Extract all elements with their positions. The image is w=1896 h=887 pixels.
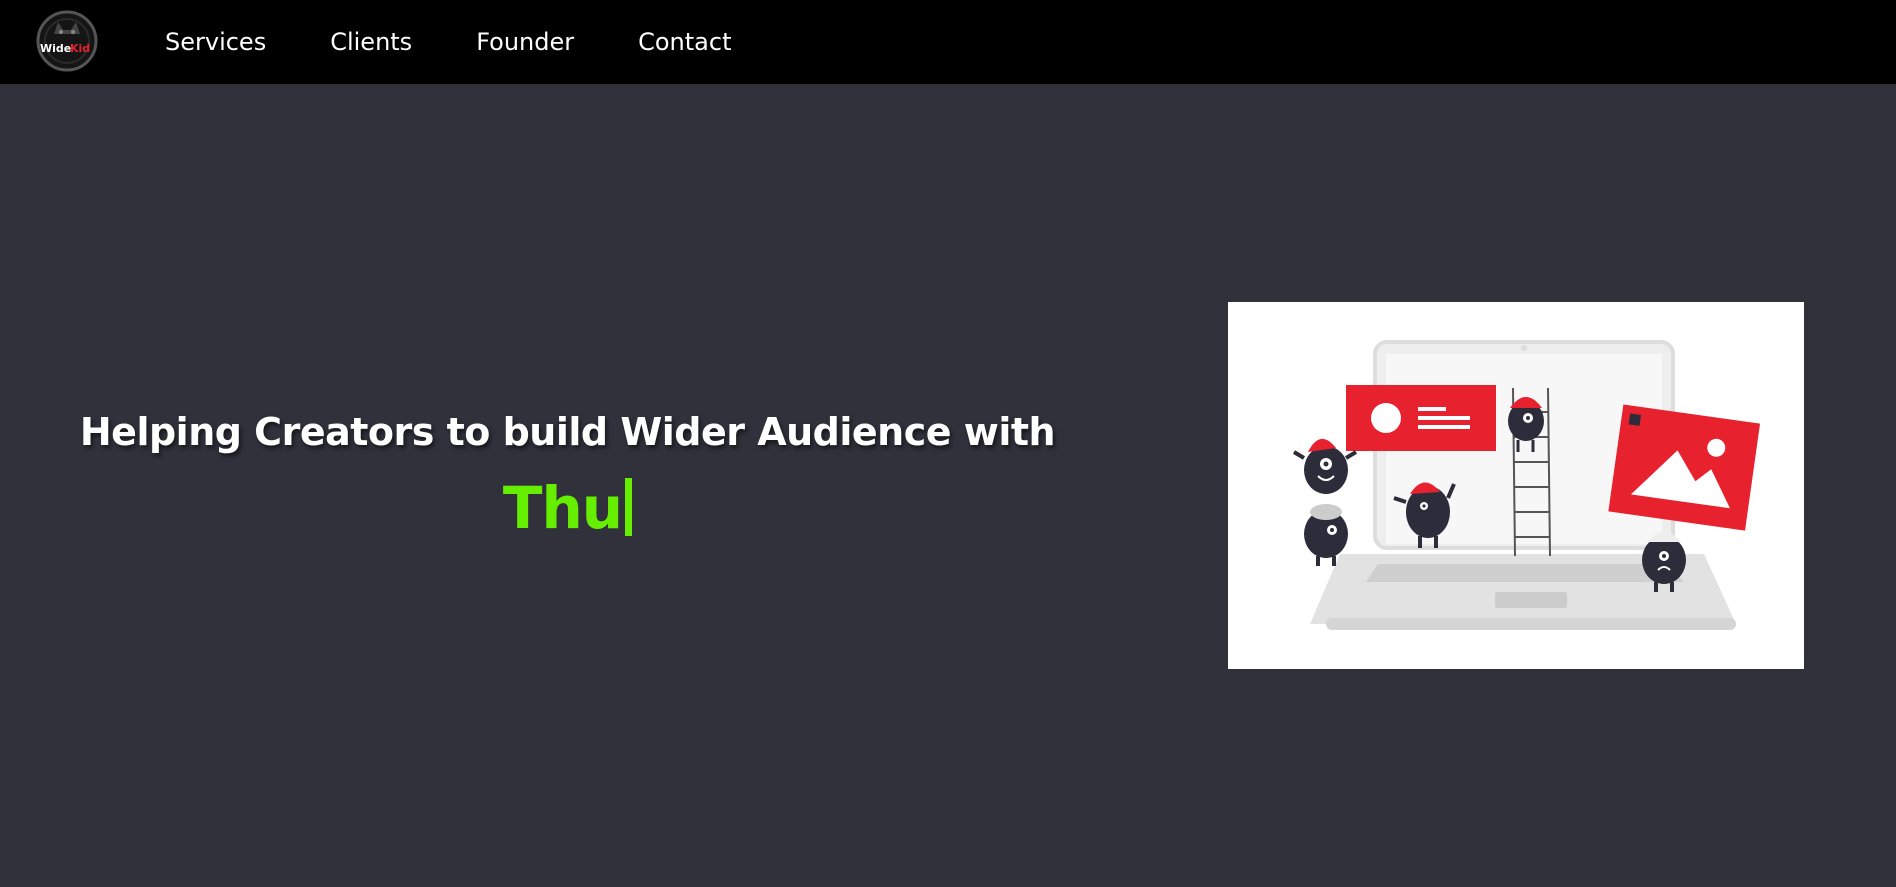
typed-line: Thu — [60, 474, 1075, 550]
logo-text-red: Kid — [70, 42, 90, 55]
brand-logo[interactable]: Wide Kid — [36, 10, 98, 72]
hero-illustration — [1228, 302, 1804, 669]
typing-cursor — [625, 478, 633, 536]
wolf-emblem-icon: Wide Kid — [36, 10, 98, 72]
navbar: Wide Kid Services Clients Founder Contac… — [0, 0, 1896, 84]
nav-link-services[interactable]: Services — [165, 28, 266, 56]
logo-text-white: Wide — [40, 42, 71, 55]
nav-link-founder[interactable]: Founder — [476, 28, 574, 56]
nav-link-clients[interactable]: Clients — [330, 28, 412, 56]
main-nav: Services Clients Founder Contact — [165, 0, 795, 84]
nav-link-contact[interactable]: Contact — [638, 28, 731, 56]
typed-word: Thu — [502, 474, 623, 542]
hero-headline: Helping Creators to build Wider Audience… — [79, 410, 1056, 454]
hero-section: Helping Creators to build Wider Audience… — [60, 410, 1075, 550]
creators-building-laptop-illustration — [1292, 340, 1761, 630]
